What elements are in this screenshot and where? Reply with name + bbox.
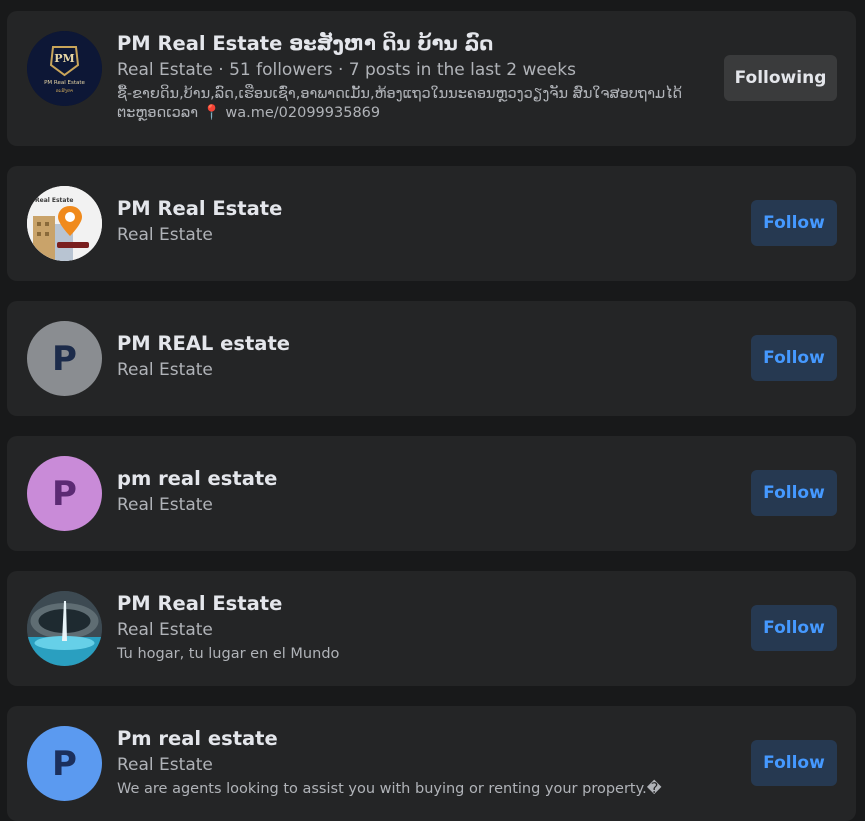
page-meta: Real Estate bbox=[117, 495, 213, 515]
page-meta: Real Estate bbox=[117, 360, 213, 380]
pin-icon: 📍 bbox=[202, 105, 221, 121]
page-result-card[interactable]: PM Real Estate Real Estate Tu hogar, tu … bbox=[7, 571, 856, 686]
avatar[interactable]: P bbox=[27, 726, 102, 801]
page-result-card[interactable]: P pm real estate Real Estate Follow bbox=[7, 436, 856, 551]
avatar[interactable]: P bbox=[27, 456, 102, 531]
avatar[interactable]: PM PM Real Estate ອະສັງຫາ bbox=[27, 31, 102, 106]
avatar[interactable]: P bbox=[27, 321, 102, 396]
page-description: Tu hogar, tu lugar en el Mundo bbox=[117, 646, 340, 662]
following-button[interactable]: Following bbox=[724, 55, 837, 101]
avatar[interactable]: Real Estate bbox=[27, 186, 102, 261]
photo-caption: Real Estate bbox=[35, 197, 73, 204]
logo-subtext: PM Real Estate bbox=[44, 80, 85, 86]
page-name[interactable]: pm real estate bbox=[117, 466, 706, 492]
avatar-letter: P bbox=[52, 473, 77, 514]
pm-logo-icon: PM PM Real Estate ອະສັງຫາ bbox=[27, 31, 102, 106]
page-search-results: PM PM Real Estate ອະສັງຫາ PM Real Estate… bbox=[0, 0, 865, 821]
page-name[interactable]: PM Real Estate bbox=[117, 591, 706, 617]
avatar-letter: P bbox=[52, 743, 77, 784]
avatar-letter: P bbox=[52, 338, 77, 379]
page-name[interactable]: Pm real estate bbox=[117, 726, 706, 752]
follow-button[interactable]: Follow bbox=[751, 335, 837, 381]
page-meta: Real Estate · 51 followers · 7 posts in … bbox=[117, 60, 576, 80]
avatar[interactable] bbox=[27, 591, 102, 666]
page-meta: Real Estate bbox=[117, 225, 213, 245]
real-estate-photo-icon: Real Estate bbox=[27, 186, 102, 261]
follow-button[interactable]: Follow bbox=[751, 740, 837, 786]
page-result-card[interactable]: PM PM Real Estate ອະສັງຫາ PM Real Estate… bbox=[7, 11, 856, 146]
page-result-card[interactable]: P Pm real estate Real Estate We are agen… bbox=[7, 706, 856, 821]
follow-button[interactable]: Follow bbox=[751, 470, 837, 516]
page-description: We are agents looking to assist you with… bbox=[117, 781, 662, 797]
page-name[interactable]: PM Real Estate bbox=[117, 196, 706, 222]
page-description: ຊື້-ຂາຍດິນ,ບ້ານ,ລົດ,ເຮືອນເຊົ່າ,ອາພາດເມັ້… bbox=[117, 85, 706, 123]
follow-button[interactable]: Follow bbox=[751, 200, 837, 246]
follow-button[interactable]: Follow bbox=[751, 605, 837, 651]
fountain-photo-icon bbox=[27, 591, 102, 666]
page-meta: Real Estate bbox=[117, 620, 213, 640]
page-result-card[interactable]: P PM REAL estate Real Estate Follow bbox=[7, 301, 856, 416]
page-meta: Real Estate bbox=[117, 755, 213, 775]
page-result-card[interactable]: Real Estate PM Real Estate Real Estate F… bbox=[7, 166, 856, 281]
logo-text: PM bbox=[54, 52, 74, 65]
contact-link[interactable]: wa.me/02099935869 bbox=[225, 105, 380, 121]
page-name[interactable]: PM Real Estate ອະສັງຫາ ດິນ ບ້ານ ລົດ bbox=[117, 31, 706, 57]
page-name[interactable]: PM REAL estate bbox=[117, 331, 706, 357]
